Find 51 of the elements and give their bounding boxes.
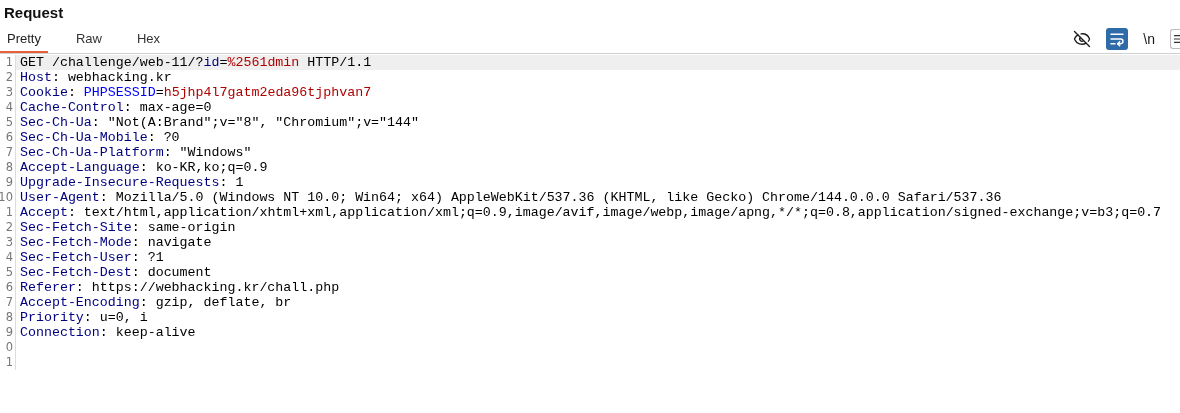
code-line: GET /challenge/web-11/?id=%2561dmin HTTP/1.1 [19, 55, 372, 70]
line-number: 8 [5, 160, 13, 175]
line-number: 4 [5, 250, 13, 265]
line-number: 8 [5, 310, 13, 325]
line-number: 9 [5, 325, 13, 340]
code-line: Cache-Control: max-age=0 [19, 100, 212, 115]
code-line: Sec-Fetch-Site: same-origin [19, 220, 236, 235]
menu-icon [1174, 34, 1180, 44]
line-number: 5 [5, 265, 13, 280]
code-line: Accept-Language: ko-KR,ko;q=0.9 [19, 160, 268, 175]
line-number: 9 [5, 175, 13, 190]
wrap-toggle[interactable] [1106, 28, 1129, 50]
menu-button[interactable] [1170, 29, 1180, 49]
code-line: Sec-Fetch-Mode: navigate [19, 235, 212, 250]
code-line: Sec-Ch-Ua: "Not(A:Brand";v="8", "Chromium";v="144" [19, 115, 419, 130]
line-number: 5 [5, 115, 13, 130]
view-tab[interactable]: Pretty [0, 27, 48, 53]
line-number: 10 [0, 190, 13, 205]
line-number: 7 [5, 295, 13, 310]
code-line: Sec-Fetch-Dest: document [19, 265, 212, 280]
line-number: 0 [5, 340, 13, 355]
code-line: Cookie: PHPSESSID=h5jhp4l7gatm2eda96tjphvan7 [19, 85, 372, 100]
line-number: 7 [5, 145, 13, 160]
line-number: 3 [5, 235, 13, 250]
code-line: Priority: u=0, i [19, 310, 148, 325]
line-number: 6 [5, 280, 13, 295]
line-number: 1 [5, 355, 13, 370]
wrap-icon [1109, 31, 1126, 47]
code-line: Connection: keep-alive [19, 325, 196, 340]
code-line: Sec-Fetch-User: ?1 [19, 250, 164, 265]
code-line: Sec-Ch-Ua-Platform: "Windows" [19, 145, 252, 160]
line-number: 4 [5, 100, 13, 115]
view-tab[interactable]: Hex [130, 27, 168, 53]
line-number: 2 [5, 220, 13, 235]
panel-title: Request [4, 2, 64, 23]
line-number: 3 [5, 85, 13, 100]
code-line: Upgrade-Insecure-Requests: 1 [19, 175, 244, 190]
line-number: 6 [5, 130, 13, 145]
code-editor[interactable] [0, 54, 1180, 370]
newline-toggle[interactable]: \n [1140, 28, 1158, 50]
code-line: Host: webhacking.kr [19, 70, 172, 85]
code-line: User-Agent: Mozilla/5.0 (Windows NT 10.0; Win64; x64) AppleWebKit/537.36 (KHTML, like Gecko) Chrome/144.0.0.0 Safari/537.36 [19, 190, 1002, 205]
code-line: Accept-Encoding: gzip, deflate, br [19, 295, 292, 310]
code-line: Sec-Ch-Ua-Mobile: ?0 [19, 130, 180, 145]
code-line: Accept: text/html,application/xhtml+xml,application/xml;q=0.9,image/avif,image/webp,image/apng,*/*;q=0.8,application/signed-exchange;v=b3;q=0.7 [19, 205, 1162, 220]
code-line: Referer: https://webhacking.kr/chall.php [19, 280, 340, 295]
line-number: 1 [5, 55, 13, 70]
line-number: 1 [5, 205, 13, 220]
line-number: 2 [5, 70, 13, 85]
view-tab[interactable]: Raw [68, 27, 109, 53]
eye-off-icon [1073, 30, 1092, 48]
